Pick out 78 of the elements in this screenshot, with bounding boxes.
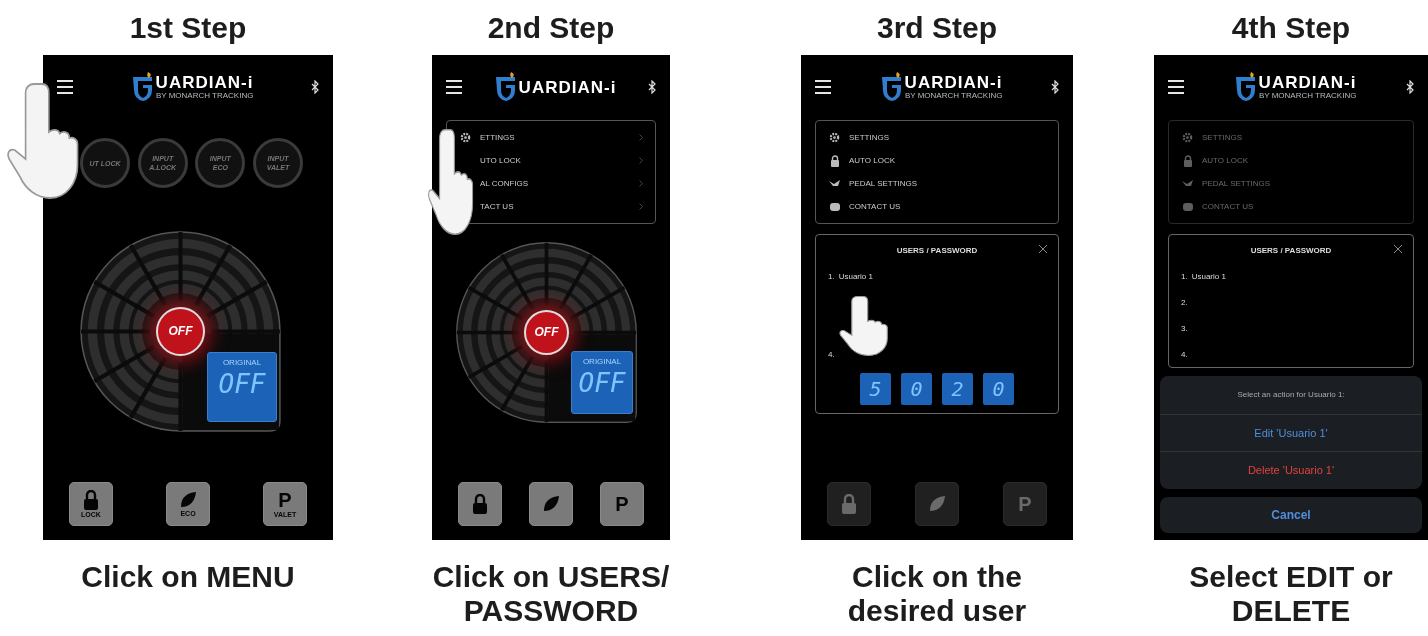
pin-digit: 0 (983, 373, 1014, 405)
lock-icon (829, 154, 840, 167)
gear-icon (829, 132, 840, 143)
logo-text: UARDIAN-i (518, 78, 617, 96)
cancel-button[interactable]: Cancel (1160, 497, 1422, 533)
menu-icon[interactable] (446, 80, 462, 94)
chevron-icon (639, 203, 643, 210)
menu-icon[interactable] (57, 80, 73, 94)
bluetooth-icon (648, 80, 656, 94)
logo-text: UARDIAN-i (1258, 74, 1357, 91)
user-number: 1. (1181, 271, 1188, 281)
chevron-icon (639, 134, 643, 141)
menu-item[interactable]: UTO LOCK (459, 154, 643, 167)
user-number: 3. (1181, 323, 1188, 333)
gear-icon (460, 132, 471, 143)
shield-icon (130, 72, 155, 102)
logo-text: UARDIAN-i (904, 74, 1003, 91)
close-icon[interactable] (1393, 244, 1403, 254)
leaf-icon (542, 495, 560, 513)
menu-item[interactable]: PEDAL SETTINGS (828, 177, 1046, 190)
display-label: ORIGINAL (582, 356, 622, 368)
step-caption: Click on USERS/ PASSWORD (431, 560, 671, 628)
user-number: 2. (1181, 297, 1188, 307)
lock-button[interactable] (458, 482, 502, 526)
shield-icon (493, 72, 518, 102)
user-number: 4. (1181, 349, 1188, 359)
bluetooth-icon (1406, 80, 1414, 94)
step-caption: Click on MENU (80, 560, 296, 594)
chevron-icon (639, 180, 643, 187)
step-title: 4th Step (1231, 9, 1351, 46)
step-title: 2nd Step (487, 9, 615, 46)
lock-icon (83, 489, 99, 510)
sheet-title: Select an action for Usuario 1: (1160, 376, 1422, 415)
action-button[interactable]: Edit 'Usuario 1' (1160, 415, 1422, 452)
menu-item[interactable]: AUTO LOCK (828, 154, 1046, 167)
lock-icon (472, 494, 488, 514)
bluetooth-icon (311, 80, 319, 94)
leaf-icon (928, 495, 946, 513)
close-icon[interactable] (1038, 244, 1048, 254)
chevron-icon (639, 157, 643, 164)
pin-digit: 5 (860, 373, 891, 405)
menu-item[interactable]: CONTACT US (828, 200, 1046, 213)
lock-button[interactable] (827, 482, 871, 526)
logo-tagline: BY MONARCH TRACKING (1258, 92, 1357, 100)
user-number: 1. (828, 271, 835, 281)
step-caption: Click on the desired user (846, 560, 1028, 628)
leaf-icon (179, 490, 197, 509)
display-value: OFF (578, 368, 626, 398)
shield-icon (879, 72, 904, 102)
pin-digit: 2 (942, 373, 973, 405)
logo-tagline: BY MONARCH TRACKING (904, 92, 1003, 100)
letter-button[interactable]: P (600, 482, 644, 526)
menu-icon[interactable] (1168, 80, 1184, 94)
shield-icon (1233, 72, 1258, 102)
user-number: 4. (828, 349, 835, 359)
menu-item[interactable]: SETTINGS (828, 131, 1046, 144)
menu-icon[interactable] (815, 80, 831, 94)
display-value: OFF (218, 369, 266, 399)
step-caption: Select EDIT or DELETE (1188, 560, 1394, 628)
gear-icon (1182, 132, 1193, 143)
bluetooth-icon (1051, 80, 1059, 94)
letter-button[interactable]: P (1003, 482, 1047, 526)
action-button[interactable]: Delete 'Usuario 1' (1160, 452, 1422, 489)
step-title: 1st Step (129, 9, 247, 46)
step-title: 3rd Step (877, 9, 997, 46)
user-name[interactable]: Usuario 1 (838, 271, 873, 281)
panel-title: USERS / PASSWORD (1249, 245, 1333, 257)
panel-title: USERS / PASSWORD (895, 245, 979, 257)
display-label: ORIGINAL (222, 357, 262, 369)
menu-item[interactable]: ETTINGS (459, 131, 643, 144)
lock-icon (841, 494, 857, 514)
leaf-button[interactable] (529, 482, 573, 526)
lock-icon (1182, 154, 1193, 167)
user-name[interactable]: Usuario 1 (1191, 271, 1226, 281)
pin-digit: 0 (901, 373, 932, 405)
leaf-button[interactable] (915, 482, 959, 526)
logo-text: UARDIAN-i (155, 74, 254, 91)
logo-tagline: BY MONARCH TRACKING (155, 92, 254, 100)
